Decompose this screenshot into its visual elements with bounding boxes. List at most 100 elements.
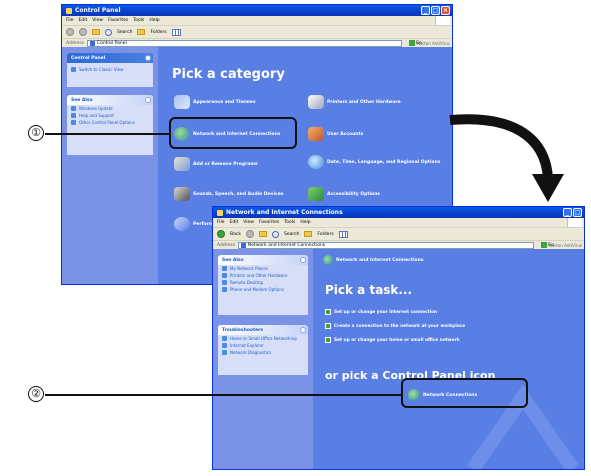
title-bar[interactable]: Control Panel _ □ × (62, 5, 452, 16)
norton-antivirus-label[interactable]: Norton AntiVirus (417, 41, 450, 46)
collapse-icon[interactable] (145, 55, 151, 61)
forward-icon[interactable] (79, 28, 87, 36)
section-title: Network and Internet Connections (336, 257, 424, 263)
windows-logo-icon (567, 218, 582, 227)
see-also-remote-desktop[interactable]: Remote Desktop (218, 279, 308, 286)
search-button[interactable]: Search (117, 30, 132, 35)
control-panel-box: Control Panel Switch to Classic View (67, 53, 153, 87)
category-label: Printers and Other Hardware (327, 99, 401, 105)
folders-button[interactable]: Folders (317, 232, 333, 237)
window-title: Network and Internet Connections (226, 209, 343, 216)
troubleshooters-text: Troubleshooters (222, 327, 264, 333)
help-icon (222, 336, 227, 341)
menu-bar: File Edit View Favorites Tools Help (62, 16, 452, 26)
callout-1-leader-line (45, 133, 170, 135)
search-icon[interactable] (271, 230, 279, 238)
network-folder-icon (217, 209, 223, 216)
menu-favorites[interactable]: Favorites (108, 18, 128, 23)
category-date-time-regional[interactable]: Date, Time, Language, and Regional Optio… (308, 155, 440, 169)
see-also-phone-modem[interactable]: Phone and Modem Options (218, 286, 308, 293)
task-arrow-icon (325, 323, 331, 329)
back-button[interactable]: Back (230, 232, 241, 237)
switch-view-text: Switch to Classic View (79, 67, 124, 72)
side-pane: Control Panel Switch to Classic View See… (62, 47, 158, 284)
up-folder-icon[interactable] (92, 29, 100, 35)
folders-button[interactable]: Folders (150, 30, 166, 35)
minimize-button[interactable]: _ (421, 6, 430, 15)
my-network-places-text: My Network Places (230, 266, 268, 271)
appearance-themes-icon (174, 95, 190, 109)
norton-antivirus-label[interactable]: Norton AntiVirus (549, 243, 582, 248)
callout-2-number: ② (28, 386, 44, 402)
views-icon[interactable] (171, 28, 181, 36)
address-label: Address (217, 243, 235, 248)
network-globe-icon (323, 255, 333, 265)
remote-desktop-icon (222, 280, 227, 285)
address-label: Address (66, 41, 84, 46)
see-also-box: See Also Windows Update Help and Support… (67, 95, 153, 155)
phone-modem-icon (222, 287, 227, 292)
back-icon[interactable] (66, 28, 74, 36)
troubleshooter-home-network[interactable]: Home or Small Office Networking (218, 335, 308, 342)
add-remove-programs-icon (174, 157, 190, 171)
troubleshooter-network-diagnostics[interactable]: Network Diagnostics (218, 349, 308, 356)
close-button[interactable]: × (441, 6, 450, 15)
task-label: Create a connection to the network at yo… (334, 323, 466, 329)
category-sounds-speech-audio[interactable]: Sounds, Speech, and Audio Devices (174, 187, 283, 201)
views-icon[interactable] (338, 230, 348, 238)
troubleshooter-internet-explorer[interactable]: Internet Explorer (218, 342, 308, 349)
menu-view[interactable]: View (243, 220, 254, 225)
forward-icon[interactable] (245, 230, 254, 238)
menu-edit[interactable]: Edit (79, 18, 88, 23)
see-also-other-options[interactable]: Other Control Panel Options (67, 119, 153, 126)
collapse-icon[interactable] (300, 327, 306, 333)
address-field[interactable]: Control Panel (86, 40, 402, 47)
menu-tools[interactable]: Tools (133, 18, 144, 23)
menu-tools[interactable]: Tools (284, 220, 295, 225)
folders-icon[interactable] (137, 29, 146, 35)
section-header: Network and Internet Connections (323, 255, 424, 265)
menu-favorites[interactable]: Favorites (259, 220, 279, 225)
performance-icon (174, 217, 190, 231)
minimize-button[interactable]: _ (563, 208, 572, 217)
category-appearance-themes[interactable]: Appearance and Themes (174, 95, 256, 109)
category-printers-hardware[interactable]: Printers and Other Hardware (308, 95, 401, 109)
menu-file[interactable]: File (66, 18, 74, 23)
menu-view[interactable]: View (92, 18, 103, 23)
category-label: User Accounts (327, 131, 364, 137)
menu-file[interactable]: File (217, 220, 225, 225)
menu-edit[interactable]: Edit (230, 220, 239, 225)
collapse-icon[interactable] (145, 97, 151, 103)
see-also-my-network-places[interactable]: My Network Places (218, 265, 308, 272)
task-setup-home-network[interactable]: Set up or change your home or small offi… (325, 337, 460, 343)
task-arrow-icon (325, 309, 331, 315)
title-bar[interactable]: Network and Internet Connections _ □ (213, 207, 584, 218)
menu-help[interactable]: Help (149, 18, 159, 23)
callout-2-highlight (401, 378, 528, 408)
switch-to-classic-view-link[interactable]: Switch to Classic View (67, 66, 153, 73)
maximize-button[interactable]: □ (431, 6, 440, 15)
task-arrow-icon (325, 337, 331, 343)
see-also-title: See Also (218, 255, 308, 265)
maximize-button[interactable]: □ (573, 208, 582, 217)
category-label: Accessibility Options (327, 191, 380, 197)
up-folder-icon[interactable] (258, 231, 267, 237)
task-setup-internet-connection[interactable]: Set up or change your Internet connectio… (325, 309, 437, 315)
folders-icon[interactable] (304, 231, 313, 237)
back-icon[interactable] (217, 230, 225, 238)
category-add-remove-programs[interactable]: Add or Remove Programs (174, 157, 258, 171)
address-field[interactable]: Network and Internet Connections (237, 242, 534, 249)
see-also-windows-update[interactable]: Windows Update (67, 105, 153, 112)
collapse-icon[interactable] (300, 257, 306, 263)
search-button[interactable]: Search (284, 232, 299, 237)
category-accessibility-options[interactable]: Accessibility Options (308, 187, 380, 201)
see-also-printers-hardware[interactable]: Printers and Other Hardware (218, 272, 308, 279)
task-create-workplace-connection[interactable]: Create a connection to the network at yo… (325, 323, 465, 329)
category-user-accounts[interactable]: User Accounts (308, 127, 363, 141)
menu-help[interactable]: Help (300, 220, 310, 225)
globe-clock-icon (308, 155, 324, 169)
search-icon[interactable] (105, 28, 112, 36)
transition-arrow (449, 114, 564, 202)
see-also-help-and-support[interactable]: Help and Support (67, 112, 153, 119)
network-connections-window: Network and Internet Connections _ □ Fil… (213, 207, 584, 469)
